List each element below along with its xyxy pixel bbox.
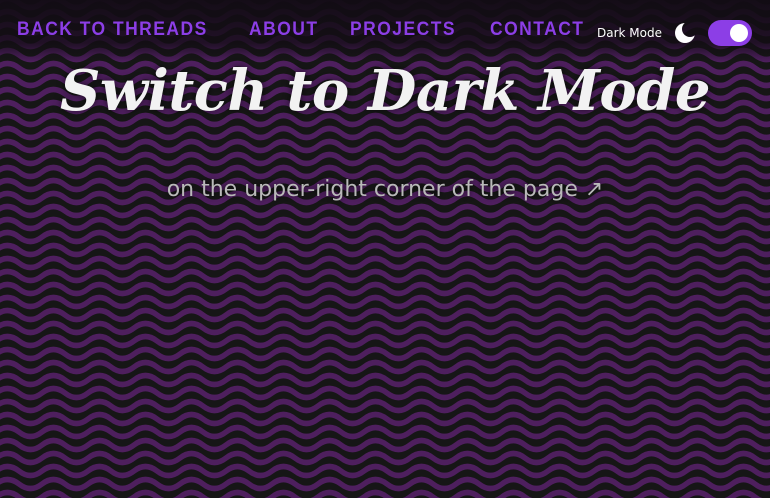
wave-line	[0, 359, 770, 375]
wave-line	[0, 489, 763, 498]
dark-mode-label: Dark Mode	[597, 26, 662, 40]
wave-line	[0, 294, 770, 310]
wave-line	[0, 476, 770, 492]
wave-line	[0, 346, 770, 362]
hero-title: Switch to Dark Mode	[59, 58, 711, 124]
wave-line	[0, 242, 770, 258]
nav-links: BACK TO THREADS ABOUT PROJECTS CONTACT	[17, 19, 593, 41]
page: BACK TO THREADS ABOUT PROJECTS CONTACT D…	[0, 0, 770, 498]
wave-line	[0, 229, 770, 245]
hero-subtitle: on the upper-right corner of the page ↗	[166, 177, 604, 202]
wave-line	[0, 463, 770, 479]
wave-line	[0, 281, 770, 297]
toggle-knob	[730, 24, 748, 42]
wave-line	[0, 216, 770, 232]
wave-line	[0, 320, 770, 336]
nav-link-projects[interactable]: PROJECTS	[350, 19, 456, 41]
dark-mode-toggle[interactable]	[708, 20, 752, 46]
nav-link-back-to-threads[interactable]: BACK TO THREADS	[17, 19, 208, 41]
wave-line	[0, 450, 770, 466]
wave-line	[0, 424, 770, 440]
wave-line	[0, 268, 770, 284]
wave-line	[0, 255, 770, 271]
moon-icon	[674, 22, 696, 44]
wave-line	[0, 151, 770, 167]
nav-link-about[interactable]: ABOUT	[249, 19, 319, 41]
wave-line	[0, 125, 770, 141]
wave-line	[0, 385, 770, 401]
wave-line	[0, 333, 770, 349]
top-navigation: BACK TO THREADS ABOUT PROJECTS CONTACT D…	[0, 0, 770, 62]
nav-link-contact[interactable]: CONTACT	[490, 19, 584, 41]
wave-line	[0, 138, 770, 154]
dark-mode-control: Dark Mode	[597, 20, 752, 46]
wave-line	[0, 437, 770, 453]
wave-line	[0, 372, 770, 388]
wave-line	[0, 307, 770, 323]
wave-line	[0, 411, 770, 427]
wave-line	[0, 164, 770, 180]
wave-line	[0, 398, 770, 414]
wave-line	[0, 203, 770, 219]
